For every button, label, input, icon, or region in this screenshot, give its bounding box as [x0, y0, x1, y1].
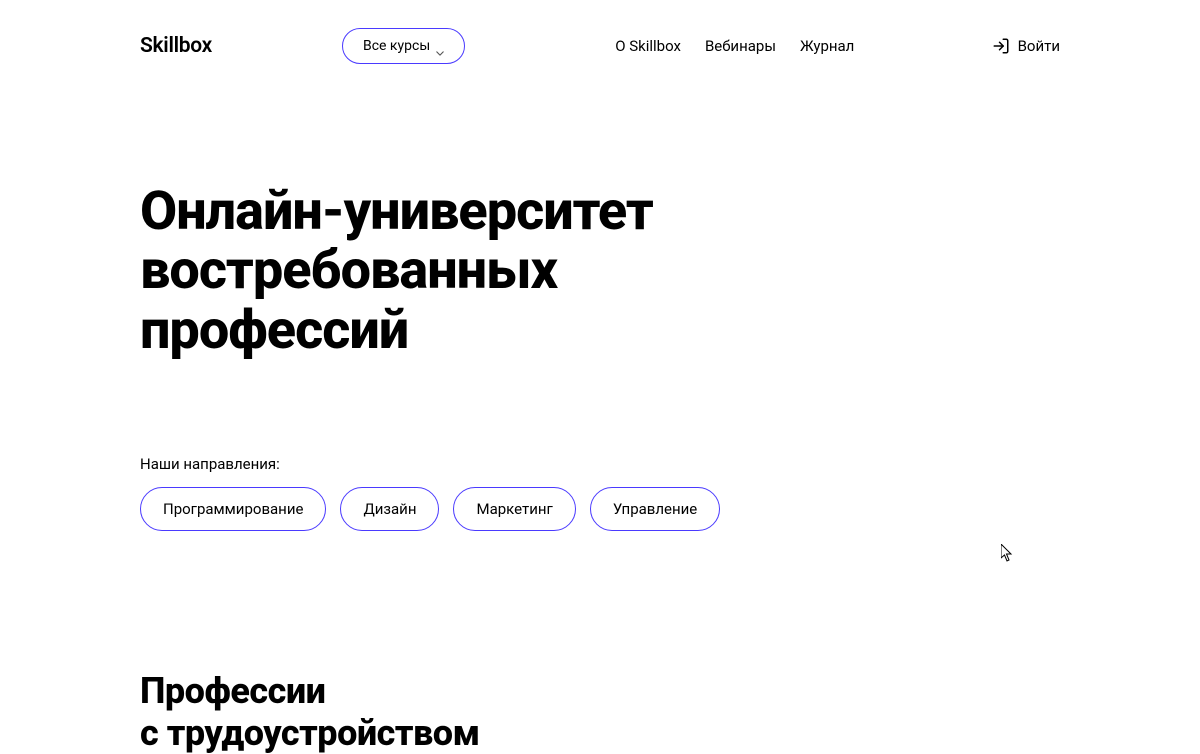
header: Skillbox Все курсы О Skillbox Вебинары Ж…: [140, 0, 1060, 92]
professions-title-line-1: Профессии: [140, 670, 325, 712]
direction-pill-management[interactable]: Управление: [590, 487, 720, 531]
professions-title-line-2: с трудоустройством: [140, 712, 480, 754]
login-label: Войти: [1018, 37, 1060, 55]
login-button[interactable]: Войти: [992, 37, 1060, 55]
nav-link-about[interactable]: О Skillbox: [615, 37, 681, 55]
hero-title-line-2: востребованных: [140, 239, 557, 302]
nav-link-journal[interactable]: Журнал: [800, 37, 854, 55]
direction-pill-programming[interactable]: Программирование: [140, 487, 326, 531]
direction-pill-marketing[interactable]: Маркетинг: [453, 487, 575, 531]
professions-section: Профессии с трудоустройством: [140, 671, 1060, 754]
hero: Онлайн-университет востребованных профес…: [140, 182, 1060, 360]
nav: О Skillbox Вебинары Журнал: [615, 37, 854, 55]
all-courses-label: Все курсы: [363, 38, 430, 54]
direction-pill-design[interactable]: Дизайн: [340, 487, 439, 531]
professions-title: Профессии с трудоустройством: [140, 671, 1060, 754]
chevron-down-icon: [436, 44, 444, 49]
hero-title-line-3: профессий: [140, 299, 408, 362]
directions-pill-row: Программирование Дизайн Маркетинг Управл…: [140, 487, 1060, 531]
login-icon: [992, 37, 1010, 55]
directions-label: Наши направления:: [140, 455, 1060, 473]
directions-section: Наши направления: Программирование Дизай…: [140, 455, 1060, 531]
hero-title-line-1: Онлайн-университет: [140, 180, 653, 243]
all-courses-dropdown[interactable]: Все курсы: [342, 28, 465, 64]
logo[interactable]: Skillbox: [140, 34, 212, 58]
nav-link-webinars[interactable]: Вебинары: [705, 37, 776, 55]
page-title: Онлайн-университет востребованных профес…: [140, 182, 1060, 360]
